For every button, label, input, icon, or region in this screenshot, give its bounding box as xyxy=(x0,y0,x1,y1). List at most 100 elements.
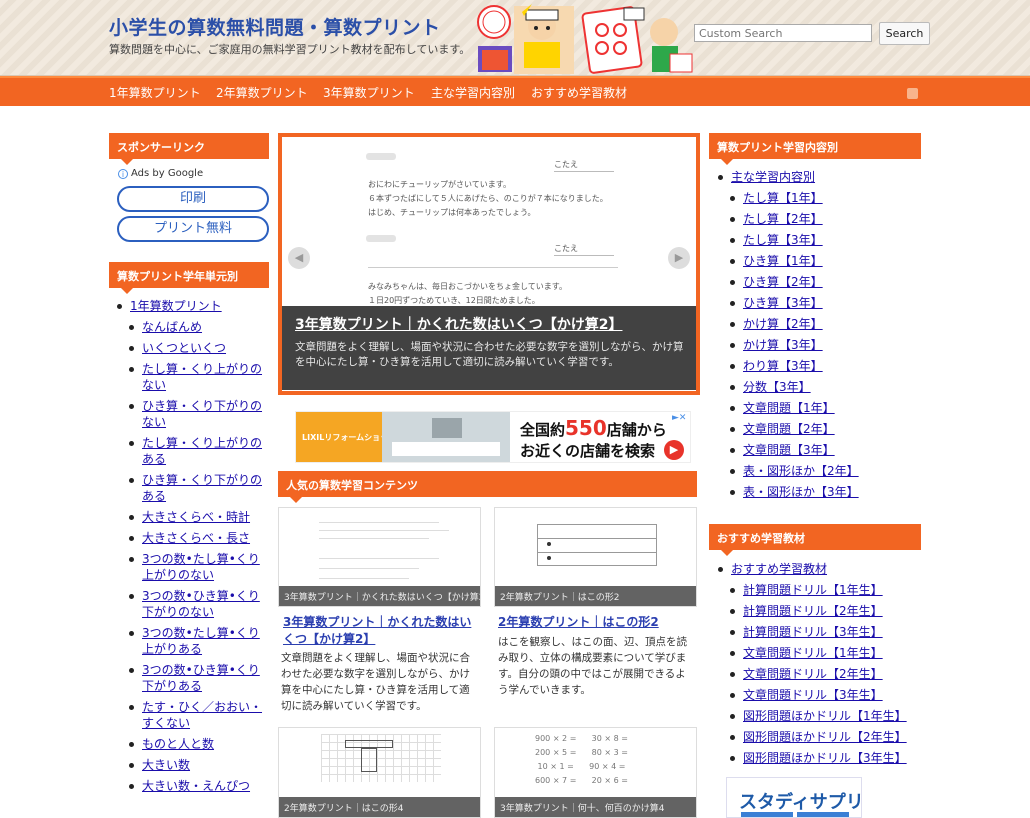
list-item[interactable]: ひき算【2年】 xyxy=(730,274,913,290)
card-title[interactable]: 2年算数プリント｜はこの形2 xyxy=(498,614,693,631)
list-item[interactable]: 1年算数プリント なんばんめ いくつといくつ たし算・くり上がりのない ひき算・… xyxy=(117,298,270,793)
content-link[interactable]: 分数【3年】 xyxy=(743,380,811,394)
list-item[interactable]: 計算問題ドリル【3年生】 xyxy=(730,624,913,640)
list-item[interactable]: 3つの数•ひき算•くり下がりある xyxy=(129,662,270,694)
popular-card-thumb[interactable]: 900 × 2 = 30 × 8 = 200 × 5 = 80 × 3 = 10… xyxy=(494,727,697,818)
nav-item-recommended[interactable]: おすすめ学習教材 xyxy=(531,84,627,101)
unit-link[interactable]: 3つの数•たし算•くり上がりある xyxy=(142,626,260,656)
unit-link[interactable]: なんばんめ xyxy=(142,320,202,334)
list-item[interactable]: 図形問題ほかドリル【3年生】 xyxy=(730,750,913,766)
content-link[interactable]: たし算【1年】 xyxy=(743,191,823,205)
list-item[interactable]: 図形問題ほかドリル【2年生】 xyxy=(730,729,913,745)
list-item[interactable]: なんばんめ xyxy=(129,319,270,335)
list-item[interactable]: ひき算【1年】 xyxy=(730,253,913,269)
list-item[interactable]: いくつといくつ xyxy=(129,340,270,356)
list-item[interactable]: おすすめ学習教材 計算問題ドリル【1年生】 計算問題ドリル【2年生】 計算問題ド… xyxy=(718,561,921,765)
popular-card-thumb[interactable]: 3年算数プリント｜かくれた数はいくつ【かけ算2】 xyxy=(278,507,481,607)
list-item[interactable]: ひき算・くり下がりのない xyxy=(129,398,270,430)
unit-link[interactable]: 3つの数•ひき算•くり下がりのない xyxy=(142,589,260,619)
ads-by-google[interactable]: i Ads by Google xyxy=(118,168,203,179)
ad-link-free-print[interactable]: プリント無料 xyxy=(117,216,269,242)
list-item[interactable]: 主な学習内容別 たし算【1年】 たし算【2年】 たし算【3年】 ひき算【1年】 … xyxy=(718,169,921,499)
studysapuri-banner[interactable]: スタディサプリ xyxy=(726,777,862,818)
list-item[interactable]: たし算【1年】 xyxy=(730,190,913,206)
content-link[interactable]: かけ算【3年】 xyxy=(743,338,823,352)
popular-card-thumb[interactable]: 2年算数プリント｜はこの形4 xyxy=(278,727,481,818)
ad-banner[interactable]: LIXILリフォームショップ 全国約550店舗から お近くの店舗を検索 ▶ ►✕ xyxy=(295,411,691,463)
list-item[interactable]: たし算【2年】 xyxy=(730,211,913,227)
rss-icon[interactable] xyxy=(907,88,918,99)
material-link[interactable]: 文章問題ドリル【2年生】 xyxy=(743,667,883,681)
material-link[interactable]: 図形問題ほかドリル【2年生】 xyxy=(743,730,907,744)
list-item[interactable]: 大きい数・えんぴつ xyxy=(129,778,270,794)
content-link[interactable]: ひき算【1年】 xyxy=(743,254,823,268)
content-link[interactable]: ひき算【2年】 xyxy=(743,275,823,289)
list-item[interactable]: 3つの数•ひき算•くり下がりのない xyxy=(129,588,270,620)
unit-link[interactable]: ひき算・くり下がりのある xyxy=(142,473,262,503)
list-item[interactable]: 計算問題ドリル【1年生】 xyxy=(730,582,913,598)
list-item[interactable]: 表・図形ほか【3年】 xyxy=(730,484,913,500)
unit-link[interactable]: たす・ひく／おおい・すくない xyxy=(142,700,262,730)
unit-link[interactable]: 3つの数•たし算•くり上がりのない xyxy=(142,552,260,582)
list-item[interactable]: 図形問題ほかドリル【1年生】 xyxy=(730,708,913,724)
chevron-right-icon[interactable]: ▶ xyxy=(664,440,684,460)
list-item[interactable]: 大きさくらべ・長さ xyxy=(129,530,270,546)
list-item[interactable]: たし算・くり上がりのない xyxy=(129,361,270,393)
content-top-link[interactable]: 主な学習内容別 xyxy=(731,170,815,184)
list-item[interactable]: 大きい数 xyxy=(129,757,270,773)
list-item[interactable]: 3つの数•たし算•くり上がりある xyxy=(129,625,270,657)
list-item[interactable]: 表・図形ほか【2年】 xyxy=(730,463,913,479)
list-item[interactable]: ものと人と数 xyxy=(129,736,270,752)
content-link[interactable]: たし算【3年】 xyxy=(743,233,823,247)
list-item[interactable]: たす・ひく／おおい・すくない xyxy=(129,699,270,731)
search-button[interactable]: Search xyxy=(879,22,930,45)
unit-link[interactable]: ひき算・くり下がりのない xyxy=(142,399,262,429)
list-item[interactable]: かけ算【2年】 xyxy=(730,316,913,332)
list-item[interactable]: 計算問題ドリル【2年生】 xyxy=(730,603,913,619)
content-link[interactable]: かけ算【2年】 xyxy=(743,317,823,331)
unit-link[interactable]: ものと人と数 xyxy=(142,737,214,751)
unit-link[interactable]: いくつといくつ xyxy=(142,341,226,355)
list-item[interactable]: かけ算【3年】 xyxy=(730,337,913,353)
list-item[interactable]: ひき算【3年】 xyxy=(730,295,913,311)
list-item[interactable]: 文章問題ドリル【1年生】 xyxy=(730,645,913,661)
material-link[interactable]: 計算問題ドリル【2年生】 xyxy=(743,604,883,618)
slider-prev-icon[interactable]: ◀ xyxy=(288,247,310,269)
list-item[interactable]: わり算【3年】 xyxy=(730,358,913,374)
unit-link[interactable]: 大きさくらべ・時計 xyxy=(142,510,250,524)
material-link[interactable]: 図形問題ほかドリル【3年生】 xyxy=(743,751,907,765)
material-link[interactable]: 図形問題ほかドリル【1年生】 xyxy=(743,709,907,723)
material-top-link[interactable]: おすすめ学習教材 xyxy=(731,562,827,576)
nav-item-grade1[interactable]: 1年算数プリント xyxy=(109,84,201,101)
content-link[interactable]: わり算【3年】 xyxy=(743,359,823,373)
slider-next-icon[interactable]: ▶ xyxy=(668,247,690,269)
content-link[interactable]: たし算【2年】 xyxy=(743,212,823,226)
unit-link[interactable]: たし算・くり上がりのある xyxy=(142,436,262,466)
unit-link[interactable]: 大きい数・えんぴつ xyxy=(142,779,250,793)
list-item[interactable]: 文章問題【1年】 xyxy=(730,400,913,416)
list-item[interactable]: たし算・くり上がりのある xyxy=(129,435,270,467)
nav-item-by-content[interactable]: 主な学習内容別 xyxy=(431,84,515,101)
content-link[interactable]: 文章問題【2年】 xyxy=(743,422,835,436)
list-item[interactable]: 文章問題【3年】 xyxy=(730,442,913,458)
grade-top-link[interactable]: 1年算数プリント xyxy=(130,299,222,313)
list-item[interactable]: 分数【3年】 xyxy=(730,379,913,395)
content-link[interactable]: 文章問題【3年】 xyxy=(743,443,835,457)
unit-link[interactable]: 大きさくらべ・長さ xyxy=(142,531,250,545)
ad-link-print[interactable]: 印刷 xyxy=(117,186,269,212)
nav-item-grade3[interactable]: 3年算数プリント xyxy=(323,84,415,101)
card-title[interactable]: 3年算数プリント｜かくれた数はいくつ【かけ算2】 xyxy=(283,614,478,648)
ad-choices-icon[interactable]: ►✕ xyxy=(672,413,686,423)
slider-title[interactable]: 3年算数プリント｜かくれた数はいくつ【かけ算2】 xyxy=(295,314,622,334)
material-link[interactable]: 計算問題ドリル【3年生】 xyxy=(743,625,883,639)
content-link[interactable]: 表・図形ほか【3年】 xyxy=(743,485,859,499)
material-link[interactable]: 文章問題ドリル【1年生】 xyxy=(743,646,883,660)
material-link[interactable]: 文章問題ドリル【3年生】 xyxy=(743,688,883,702)
list-item[interactable]: ひき算・くり下がりのある xyxy=(129,472,270,504)
unit-link[interactable]: 3つの数•ひき算•くり下がりある xyxy=(142,663,260,693)
search-input[interactable] xyxy=(694,24,872,42)
content-link[interactable]: 文章問題【1年】 xyxy=(743,401,835,415)
list-item[interactable]: 文章問題【2年】 xyxy=(730,421,913,437)
site-title[interactable]: 小学生の算数無料問題・算数プリント xyxy=(109,13,441,40)
content-link[interactable]: ひき算【3年】 xyxy=(743,296,823,310)
